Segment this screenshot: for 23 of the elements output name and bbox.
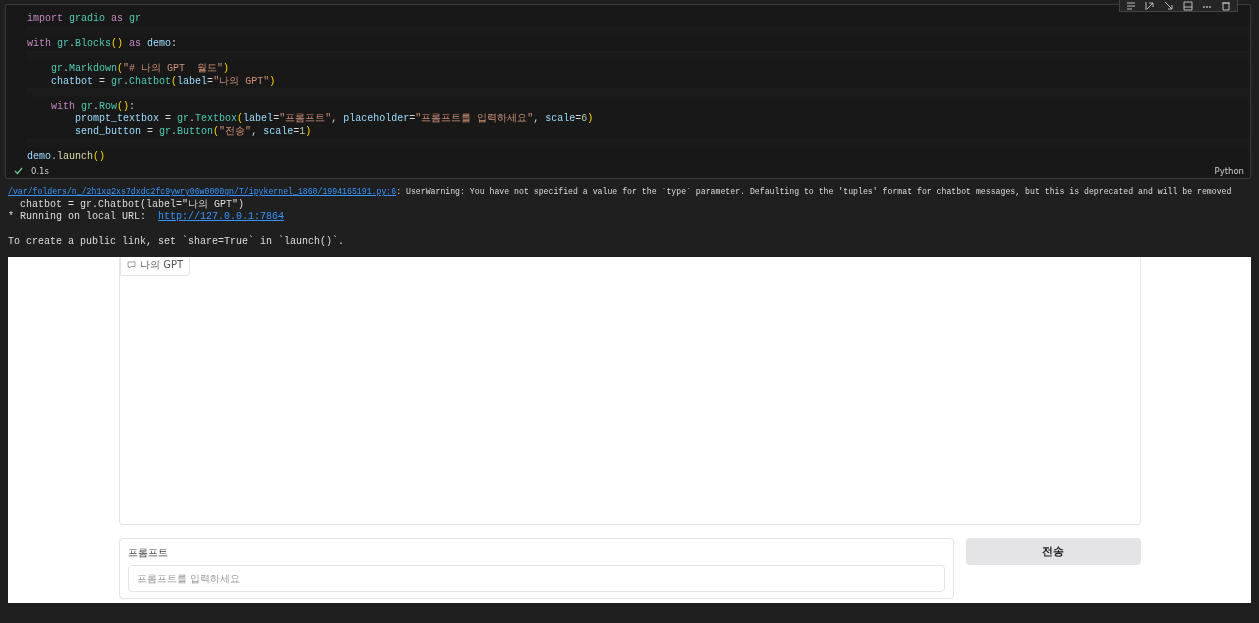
code-line: prompt_textbox = gr.Textbox(label="프롬프트", placeholder="프롬프트를 입력하세요", scale=6)	[74, 113, 595, 126]
execution-time: 0.1s	[31, 166, 49, 176]
language-label[interactable]: Python	[1214, 166, 1244, 176]
output-line: To create a public link, set `share=True` in `launch()`.	[8, 236, 346, 249]
textbox-label: 프롬프트	[128, 546, 169, 560]
split-icon[interactable]	[1183, 1, 1193, 11]
output-link[interactable]: http://127.0.0.1:7864	[158, 211, 285, 222]
output-line: chatbot = gr.Chatbot(label="나의 GPT")	[19, 198, 246, 211]
output-link[interactable]: /var/folders/n_/2h1xq2xs7dxdc2fc9ywry06w0000gn/T/ipykernel_1860/1994165191.py:6	[8, 187, 397, 196]
output-text: : UserWarning: You have not specified a value for the `type` parameter. Defaulting to the 'tuples' format for chatbot messages, but this is deprecated and will be removed	[396, 187, 1232, 196]
code-line: chatbot = gr.Chatbot(label="나의 GPT")	[50, 75, 277, 88]
list-icon[interactable]	[1126, 1, 1136, 11]
code-line: send_button = gr.Button("전송", scale=1)	[74, 125, 313, 138]
checkmark-icon	[14, 167, 23, 175]
arrow-icon[interactable]	[1145, 1, 1155, 11]
output-text: * Running on local URL:	[8, 211, 148, 222]
code-line: import gradio as gr	[27, 13, 143, 26]
trash-icon[interactable]	[1221, 1, 1231, 11]
arrow-icon[interactable]	[1164, 1, 1174, 11]
send-button[interactable]: 전송	[965, 538, 1141, 565]
prompt-input-field[interactable]: 프롬프트를 입력하세요	[128, 565, 945, 592]
chat-icon	[127, 261, 136, 269]
chatbot-label-badge: 나의 GPT	[120, 257, 191, 276]
